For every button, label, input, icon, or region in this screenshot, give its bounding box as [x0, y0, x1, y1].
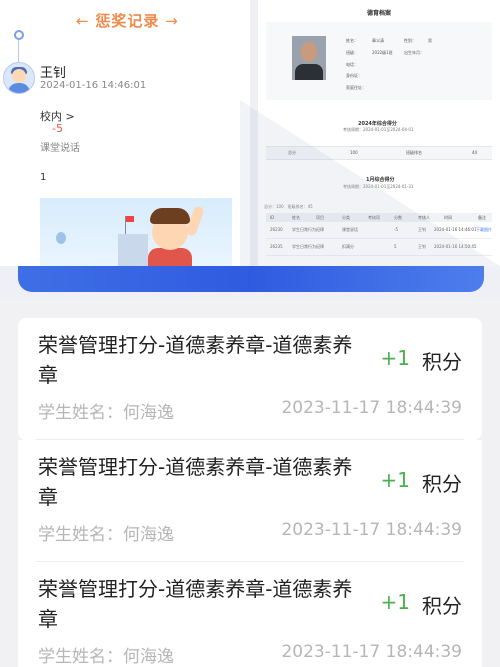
- moral-file-panel: 德育档案 姓名： 章义清 性别： 男 班级： 2022级1班 出生年月： 电话：…: [258, 0, 500, 266]
- points-unit: 积分: [422, 594, 462, 618]
- award-title: ← 惩奖记录 →: [76, 12, 179, 30]
- th-note: 备注: [478, 215, 486, 220]
- student-photo: [292, 36, 326, 80]
- record-card[interactable]: 荣誉管理打分-道德素养章-道德素养章 +1 积分 学生姓名：何海逸 2023-1…: [18, 318, 482, 440]
- year-title: 2024年综合得分: [358, 121, 397, 127]
- month-range: 考核周期：2024-01-01至2024-01-31: [343, 184, 414, 189]
- table-row: 26235 学生日常行为 纪律 扣满分 5 王钊 2024-01-16 14:5…: [266, 239, 492, 256]
- student-name: 学生姓名：何海逸: [38, 403, 174, 423]
- table-header: ID 姓名 项目 分类 考核项 分数 考核人 时间 备注: [266, 213, 492, 222]
- th-category: 分类: [342, 215, 350, 220]
- timeline-dot: [14, 30, 24, 40]
- cell-category: 课堂说话: [342, 227, 358, 232]
- reason-text: 课堂说话: [40, 143, 80, 154]
- illustration-image: [40, 198, 232, 268]
- phone-label: 电话：: [346, 62, 358, 67]
- record-time: 2023-11-17 18:44:39: [281, 642, 462, 662]
- name-label: 姓名：: [346, 38, 358, 43]
- award-title-text: 惩奖记录: [95, 12, 160, 30]
- record-time: 2023-11-17 18:44:39: [281, 398, 462, 418]
- record-card[interactable]: 荣誉管理打分-道德素养章-道德素养章 +1 积分 学生姓名：何海逸 2023-1…: [18, 562, 482, 667]
- month-score: 总分：100 班级排名：45: [264, 204, 313, 209]
- points-value: +1: [380, 468, 410, 492]
- th-score: 分数: [394, 215, 402, 220]
- points-value: +1: [380, 590, 410, 614]
- cell-time: 2024-01-16 14:46:01: [434, 227, 477, 232]
- name-value: 章义清: [372, 38, 384, 43]
- birth-label: 出生年月：: [404, 50, 424, 55]
- points-unit: 积分: [422, 472, 462, 496]
- cell-time: 2024-01-16 14:50:45: [434, 244, 477, 249]
- year-range: 考核周期：2024-01-01至2024-04-01: [343, 127, 414, 132]
- gender-label: 性别：: [404, 38, 416, 43]
- th-id: ID: [270, 215, 275, 220]
- record-time: 2024-01-16 14:46:01: [40, 80, 147, 91]
- th-by: 考核人: [418, 215, 430, 220]
- gender-value: 男: [428, 38, 432, 43]
- record-title: 荣誉管理打分-道德素养章-道德素养章: [38, 455, 353, 509]
- total-value: 100: [350, 150, 358, 155]
- class-label: 班级：: [346, 50, 358, 55]
- points-unit: 积分: [422, 350, 462, 374]
- blue-banner: [18, 266, 484, 292]
- record-title: 荣誉管理打分-道德素养章-道德素养章: [38, 577, 353, 631]
- score-table: ID 姓名 项目 分类 考核项 分数 考核人 时间 备注 26230 学生日常行…: [266, 213, 492, 256]
- th-time: 时间: [444, 215, 452, 220]
- avatar: [3, 62, 35, 94]
- month-title: 1月综合得分: [366, 177, 395, 183]
- download-image-link[interactable]: 下载图片: [476, 227, 492, 233]
- record-time: 2023-11-17 18:44:39: [281, 520, 462, 540]
- home-label: 家庭住址：: [346, 85, 366, 90]
- doc-title: 德育档案: [366, 10, 391, 17]
- cell-item: 纪律: [316, 244, 324, 249]
- cell-item: 纪律: [316, 227, 324, 232]
- rank-label: 班级排名: [406, 150, 422, 155]
- cell-id: 26230: [270, 227, 283, 232]
- screenshot-collage: ← 惩奖记录 → 王钊 2024-01-16 14:46:01 校内 > -5 …: [0, 0, 500, 300]
- timeline-line: [18, 40, 19, 62]
- record-title: 荣誉管理打分-道德素养章-道德素养章: [38, 333, 353, 387]
- cell-name: 学生日常行为: [292, 244, 316, 249]
- cell-id: 26235: [270, 244, 283, 249]
- th-name: 姓名: [292, 215, 300, 220]
- award-panel: ← 惩奖记录 → 王钊 2024-01-16 14:46:01 校内 > -5 …: [0, 0, 250, 268]
- cell-category: 扣满分: [342, 244, 354, 249]
- class-value: 2022级1班: [372, 50, 393, 55]
- teacher-name: 王钊: [40, 66, 67, 81]
- cell-score: -5: [394, 227, 398, 232]
- cell-name: 学生日常行为: [292, 227, 316, 232]
- score-value: -5: [52, 122, 63, 135]
- total-label: 总分: [288, 150, 296, 155]
- cell-by: 王钊: [418, 244, 426, 249]
- id-label: 身份证：: [346, 73, 362, 78]
- cell-by: 王钊: [418, 227, 426, 232]
- student-name: 学生姓名：何海逸: [38, 525, 174, 545]
- cell-score: 5: [394, 244, 397, 249]
- record-card[interactable]: 荣誉管理打分-道德素养章-道德素养章 +1 积分 学生姓名：何海逸 2023-1…: [18, 440, 482, 562]
- student-name: 学生姓名：何海逸: [38, 647, 174, 667]
- count-text: 1: [40, 172, 47, 183]
- rank-value: 44: [472, 150, 478, 155]
- table-row: 26230 学生日常行为 纪律 课堂说话 -5 王钊 2024-01-16 14…: [266, 222, 492, 239]
- summary-row: 总分 100 班级排名 44: [266, 146, 492, 160]
- th-item: 项目: [316, 215, 324, 220]
- points-value: +1: [380, 346, 410, 370]
- th-check: 考核项: [368, 215, 380, 220]
